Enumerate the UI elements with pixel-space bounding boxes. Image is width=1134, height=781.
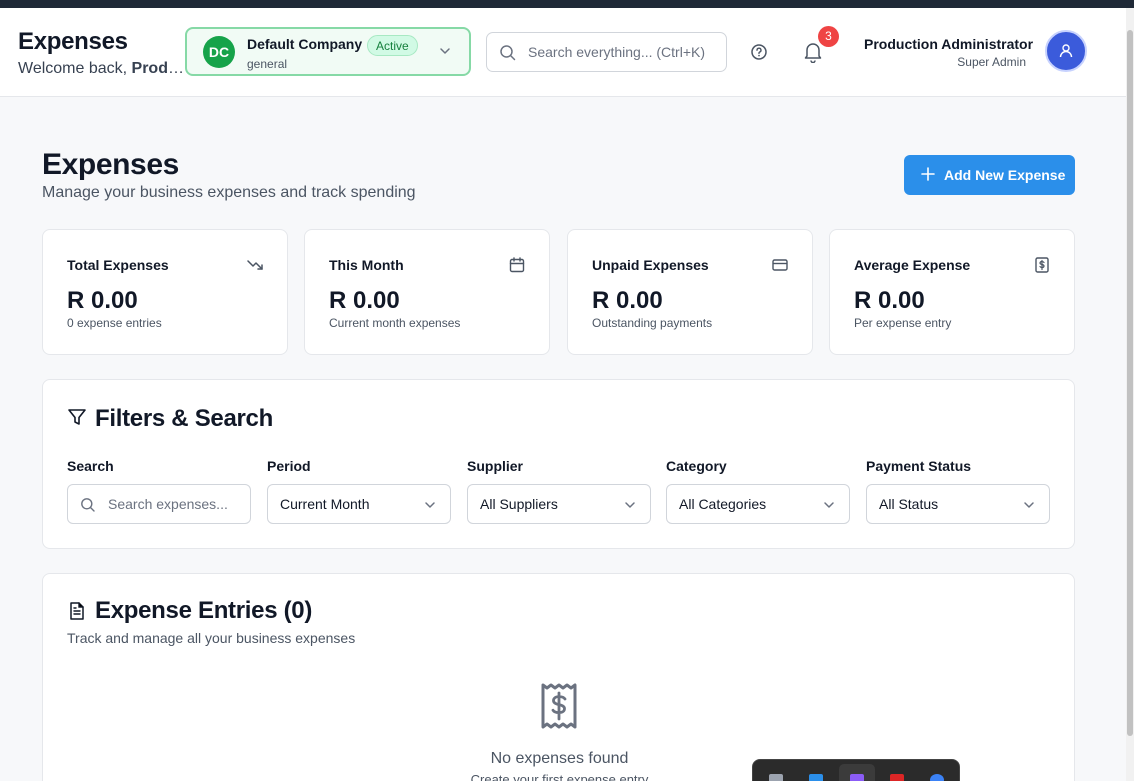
taskbar-app-icon[interactable] [850,774,864,781]
stat-label: This Month [329,257,404,273]
company-avatar: DC [203,36,235,68]
taskbar-app-icon[interactable] [890,774,904,781]
stat-value: R 0.00 [67,287,138,314]
scrollbar-thumb[interactable] [1127,30,1133,736]
chevron-down-icon [425,502,435,508]
stat-description: Outstanding payments [592,316,713,330]
period-select-value: Current Month [280,496,370,512]
page-subtitle: Manage your business expenses and track … [42,184,416,201]
stat-value: R 0.00 [592,287,663,314]
taskbar-app-icon[interactable] [930,774,944,781]
chevron-down-icon [1024,502,1034,508]
filter-supplier-group: Supplier All Suppliers [467,458,651,524]
stat-label: Total Expenses [67,257,169,273]
header-title: Expenses [18,28,128,55]
company-switcher[interactable]: DC Default Company Active general [185,27,471,76]
company-type: general [247,57,288,71]
expense-search-input[interactable]: Search expenses... [67,484,251,524]
expense-entries-title: Expense Entries (0) [95,597,313,624]
stat-label: Average Expense [854,257,971,273]
stat-card-unpaid-expenses: Unpaid Expenses R 0.00 Outstanding payme… [567,229,813,355]
period-select[interactable]: Current Month [267,484,451,524]
expense-entries-panel: Expense Entries (0) Track and manage all… [42,573,1075,781]
expense-search-placeholder: Search expenses... [108,496,228,512]
chevron-down-icon [440,48,450,54]
filter-category-label: Category [666,458,727,474]
help-icon[interactable] [750,43,768,61]
supplier-select[interactable]: All Suppliers [467,484,651,524]
category-select[interactable]: All Categories [666,484,850,524]
welcome-message: Welcome back, Production Administrator [18,60,184,78]
window-top-strip [0,0,1134,8]
credit-card-icon [772,259,788,271]
welcome-user: Production Administrator [131,60,184,77]
notification-count-badge: 3 [818,26,839,47]
stat-value: R 0.00 [329,287,400,314]
vertical-scrollbar[interactable] [1126,8,1134,781]
trending-down-icon [247,260,263,270]
filter-search-group: Search Search expenses... [67,458,251,524]
stat-card-average-expense: Average Expense R 0.00 Per expense entry [829,229,1075,355]
expense-entries-subtitle: Track and manage all your business expen… [67,630,356,646]
filter-period-group: Period Current Month [267,458,451,524]
supplier-select-value: All Suppliers [480,496,558,512]
stat-description: 0 expense entries [67,316,162,330]
stat-label: Unpaid Expenses [592,257,709,273]
company-name: Default Company [247,36,363,52]
company-status-badge: Active [367,35,418,56]
search-icon [500,45,516,61]
category-select-value: All Categories [679,496,767,512]
receipt-icon [541,683,577,729]
filters-panel: Filters & Search Search Search expenses.… [42,379,1075,549]
taskbar-overlay [752,759,960,781]
add-new-expense-button[interactable]: Add New Expense [904,155,1075,195]
welcome-prefix: Welcome back, [18,60,132,77]
stat-description: Per expense entry [854,316,952,330]
stat-description: Current month expenses [329,316,461,330]
calendar-icon [509,257,525,273]
filter-category-group: Category All Categories [666,458,850,524]
filter-payment-status-label: Payment Status [866,458,972,474]
taskbar-app-icon[interactable] [809,774,823,781]
payment-status-select[interactable]: All Status [866,484,1050,524]
filter-search-label: Search [67,458,114,474]
receipt-dollar-icon [1035,257,1049,273]
page-title: Expenses [42,148,179,181]
global-search-placeholder: Search everything... (Ctrl+K) [528,44,706,60]
search-icon [81,498,95,512]
plus-icon [921,167,935,181]
filter-payment-status-group: Payment Status All Status [866,458,1050,524]
payment-status-select-value: All Status [879,496,939,512]
chevron-down-icon [824,502,834,508]
stat-card-total-expenses: Total Expenses R 0.00 0 expense entries [42,229,288,355]
user-name[interactable]: Production Administrator [864,36,1033,52]
user-role: Super Admin [957,55,1026,69]
filter-icon [68,409,86,425]
global-search-input[interactable]: Search everything... (Ctrl+K) [486,32,727,72]
user-icon [1059,44,1073,58]
chevron-down-icon [625,502,635,508]
stat-card-this-month: This Month R 0.00 Current month expenses [304,229,550,355]
filter-supplier-label: Supplier [467,458,524,474]
filters-title: Filters & Search [95,405,273,432]
document-icon [70,602,84,620]
user-avatar[interactable] [1045,30,1087,72]
bell-icon[interactable] [803,41,823,63]
add-new-expense-label: Add New Expense [944,167,1066,183]
top-header: Expenses Welcome back, Production Admini… [0,8,1126,97]
stat-value: R 0.00 [854,287,925,314]
taskbar-app-icon[interactable] [769,774,783,781]
filter-period-label: Period [267,458,311,474]
